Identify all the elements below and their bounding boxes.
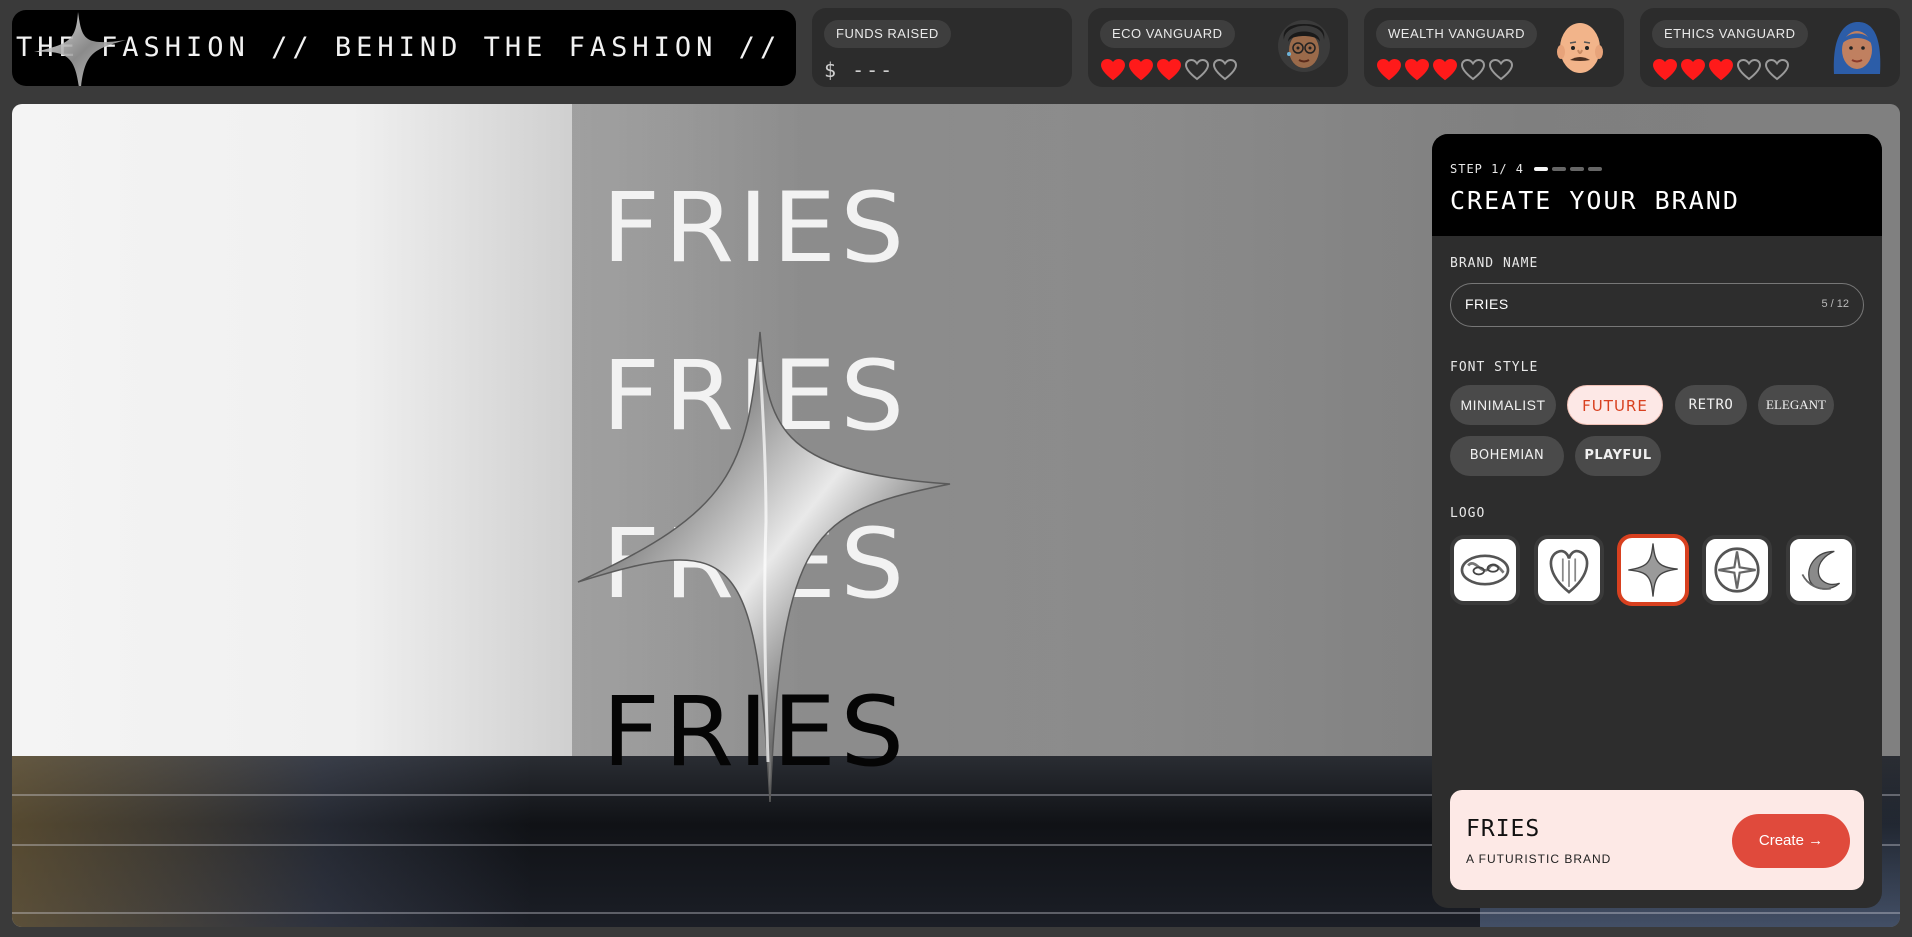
font-style-playful-chip[interactable]: PLAYFUL xyxy=(1575,436,1661,476)
wealth-vanguard-card[interactable]: WEALTH VANGUARD xyxy=(1364,8,1624,87)
floor-line xyxy=(12,912,1900,914)
flower-logo-icon xyxy=(1714,547,1760,593)
step-dot xyxy=(1570,167,1585,171)
heart-empty-icon xyxy=(1764,58,1790,81)
logo-option-crescent[interactable] xyxy=(1786,535,1856,605)
heart-filled-icon xyxy=(1128,58,1154,81)
heart-empty-icon xyxy=(1212,58,1238,81)
step-dot xyxy=(1552,167,1567,171)
logo-label: LOGO xyxy=(1450,506,1486,521)
heart-filled-icon xyxy=(1156,58,1182,81)
heart-filled-icon xyxy=(1376,58,1402,81)
eco-vanguard-card[interactable]: ECO VANGUARD xyxy=(1088,8,1348,87)
heart-filled-icon xyxy=(1680,58,1706,81)
character-count: 5 / 12 xyxy=(1821,298,1849,310)
heart-logo-icon xyxy=(1549,549,1589,594)
star-logo-icon xyxy=(1628,543,1678,597)
brand-name-input[interactable]: FRIES 5 / 12 xyxy=(1450,283,1864,327)
ethics-hearts xyxy=(1652,58,1790,82)
logo-option-heart[interactable] xyxy=(1534,535,1604,605)
logo-option-star[interactable] xyxy=(1618,535,1688,605)
heart-empty-icon xyxy=(1184,58,1210,81)
heart-filled-icon xyxy=(1708,58,1734,81)
step-indicator: STEP 1/ 4 xyxy=(1450,162,1864,176)
floor-glow xyxy=(12,756,532,927)
funds-raised-value: $ --- xyxy=(824,58,895,82)
brand-summary-card: FRIES A FUTURISTIC BRAND Create → xyxy=(1450,790,1864,890)
funds-raised-label: FUNDS RAISED xyxy=(824,20,951,48)
heart-empty-icon xyxy=(1460,58,1486,81)
heart-empty-icon xyxy=(1736,58,1762,81)
heart-filled-icon xyxy=(1100,58,1126,81)
wealth-hearts xyxy=(1376,58,1514,82)
vanguard-label: WEALTH VANGUARD xyxy=(1376,20,1538,48)
font-style-label: FONT STYLE xyxy=(1450,360,1539,375)
summary-brand-name: FRIES xyxy=(1466,816,1541,842)
font-style-minimalist-chip[interactable]: MINIMALIST xyxy=(1450,385,1556,425)
sparkle-star-icon xyxy=(34,12,126,86)
heart-filled-icon xyxy=(1404,58,1430,81)
heart-filled-icon xyxy=(1652,58,1678,81)
create-button[interactable]: Create → xyxy=(1732,814,1850,868)
logo-option-swirl[interactable] xyxy=(1450,535,1520,605)
panel-header: STEP 1/ 4 CREATE YOUR BRAND xyxy=(1432,134,1882,236)
font-style-bohemian-chip[interactable]: BOHEMIAN xyxy=(1450,436,1564,476)
swirl-logo-icon xyxy=(1460,554,1510,586)
marquee-banner: THE FASHION // BEHIND THE FASHION // BEH… xyxy=(12,10,796,86)
step-dot xyxy=(1534,167,1549,171)
font-style-retro-chip[interactable]: RETRO xyxy=(1675,385,1747,425)
font-style-elegant-chip[interactable]: ELEGANT xyxy=(1758,385,1834,425)
wealth-avatar xyxy=(1557,23,1603,73)
logo-option-flower[interactable] xyxy=(1702,535,1772,605)
panel-title: CREATE YOUR BRAND xyxy=(1450,186,1740,215)
ethics-vanguard-card[interactable]: ETHICS VANGUARD xyxy=(1640,8,1900,87)
brand-name-value: FRIES xyxy=(1465,296,1509,312)
vanguard-label: ETHICS VANGUARD xyxy=(1652,20,1808,48)
create-brand-panel: STEP 1/ 4 CREATE YOUR BRAND BRAND NAME F… xyxy=(1432,134,1882,908)
vanguard-label: ECO VANGUARD xyxy=(1100,20,1235,48)
step-label: STEP 1/ 4 xyxy=(1450,162,1525,176)
chrome-star-icon xyxy=(577,331,951,802)
step-progress xyxy=(1534,167,1603,171)
heart-filled-icon xyxy=(1432,58,1458,81)
eco-avatar xyxy=(1278,20,1330,72)
heart-empty-icon xyxy=(1488,58,1514,81)
step-dot xyxy=(1588,167,1603,171)
brand-name-label: BRAND NAME xyxy=(1450,256,1539,271)
summary-tagline: A FUTURISTIC BRAND xyxy=(1466,852,1612,866)
marquee-text: THE FASHION // BEHIND THE FASHION // BEH… xyxy=(16,32,796,63)
funds-raised-card: FUNDS RAISED $ --- xyxy=(812,8,1072,87)
font-style-future-chip[interactable]: FUTURE xyxy=(1567,385,1663,425)
ethics-avatar xyxy=(1833,22,1881,74)
crescent-logo-icon xyxy=(1801,550,1841,590)
eco-hearts xyxy=(1100,58,1238,82)
